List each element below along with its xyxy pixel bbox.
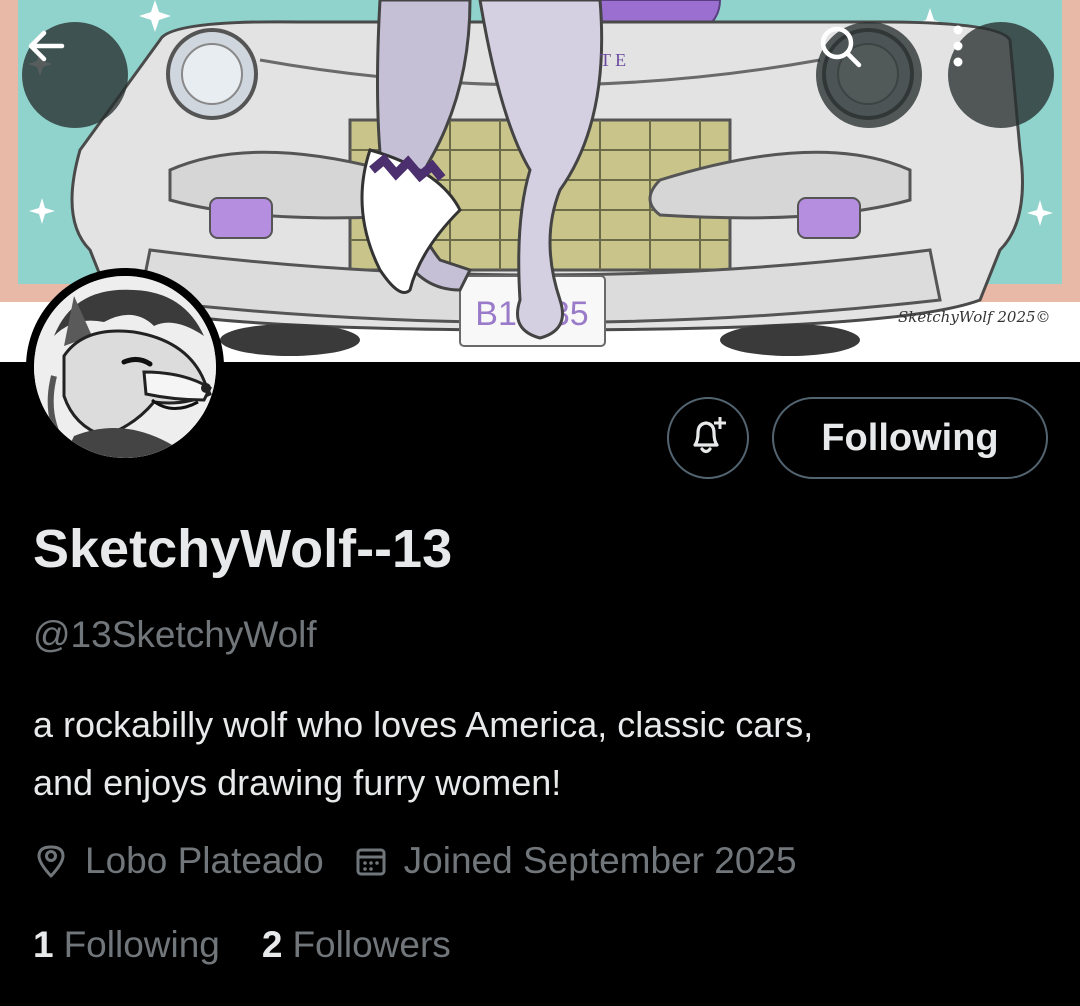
bio-line: a rockabilly wolf who loves America, cla… [33,704,814,745]
location: Lobo Plateado [33,840,324,882]
calendar-icon [354,844,388,878]
avatar-image [34,276,216,458]
profile-meta: Lobo Plateado Joined September 2025 [33,836,797,886]
location-pin-icon [33,843,69,879]
join-date-text: Joined September 2025 [403,840,797,881]
followers-count: 2 [261,924,283,965]
svg-text:SketchyWolf 2025©: SketchyWolf 2025© [898,308,1051,326]
following-count-link[interactable]: 1 Following [33,924,220,966]
followers-label: Followers [292,924,451,965]
back-button[interactable] [22,22,128,128]
following-count: 1 [33,924,54,965]
followers-count-link[interactable]: 2 Followers [262,924,451,966]
more-options-button[interactable] [948,22,1054,128]
bio-line: and enjoys drawing furry women! [33,762,562,803]
user-handle: @13SketchyWolf [33,614,317,655]
profile-stats: 1 Following 2 Followers [33,920,451,970]
display-name: SketchyWolf--13 [33,519,453,579]
join-date: Joined September 2025 [354,840,797,882]
bell-plus-icon [685,413,731,464]
following-label: Following [63,924,220,965]
following-button[interactable]: Following [772,397,1048,479]
bio: a rockabilly wolf who loves America, cla… [33,696,1043,812]
profile-page: B1C 35 T E SketchyWolf 2025© Following S… [0,0,1080,1006]
avatar[interactable] [26,268,224,466]
notifications-button[interactable] [667,397,749,479]
search-button[interactable] [816,22,922,128]
location-text: Lobo Plateado [85,840,324,881]
svg-text:T E: T E [600,50,626,70]
